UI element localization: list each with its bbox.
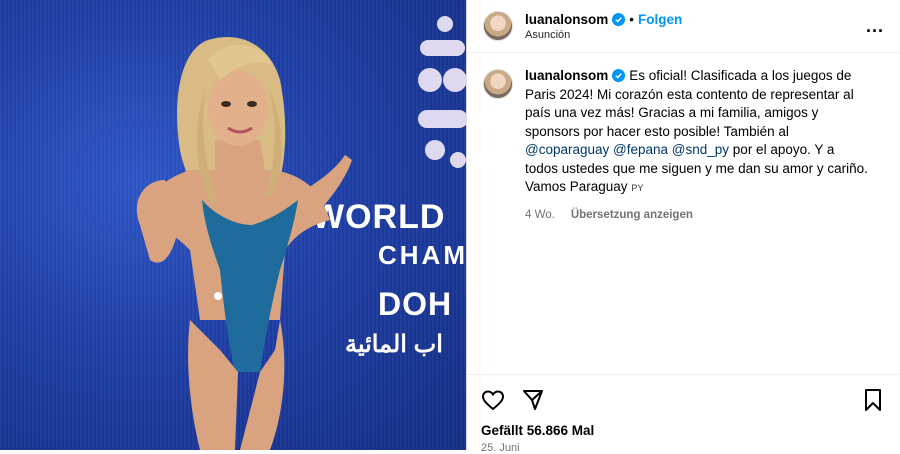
bookmark-icon[interactable] (862, 388, 884, 412)
post-header: luanalonsom • Folgen Asunción ... (467, 0, 900, 53)
caption-avatar[interactable] (483, 69, 513, 99)
location-link[interactable]: Asunción (525, 29, 682, 41)
verified-badge-icon (612, 69, 626, 82)
more-options-icon[interactable]: ... (866, 16, 884, 37)
caption-body: luanalonsom Es oficial! Clasificada a los… (525, 67, 870, 224)
caption-username[interactable]: luanalonsom (525, 68, 608, 83)
athlete-figure (136, 36, 352, 450)
follow-button[interactable]: Folgen (638, 12, 682, 27)
event-logo (418, 16, 466, 168)
action-bar: Gefällt 56.866 Mal 25. Juni (467, 374, 900, 454)
mention-snd-py[interactable]: @snd_py (672, 142, 729, 157)
verified-badge-icon (612, 12, 626, 26)
caption-meta: 4 Wo. Übersetzung anzeigen (525, 206, 870, 225)
instagram-post: WORLD CHAM DOH اب المائية luanalonsom • … (0, 0, 900, 454)
post-date: 25. Juni (481, 442, 520, 454)
mention-fepana[interactable]: @fepana (613, 142, 668, 157)
separator-dot: • (629, 11, 634, 27)
time-ago[interactable]: 4 Wo. (525, 206, 555, 225)
backdrop-text-cham: CHAM (378, 240, 466, 270)
heart-icon[interactable] (481, 388, 505, 412)
avatar[interactable] (483, 11, 513, 41)
post-sidebar: luanalonsom • Folgen Asunción ... luanal… (466, 0, 900, 454)
header-user-info: luanalonsom • Folgen Asunción (525, 12, 682, 41)
post-image[interactable]: WORLD CHAM DOH اب المائية (0, 0, 466, 450)
mention-coparaguay[interactable]: @coparaguay (525, 142, 609, 157)
header-row: luanalonsom • Folgen (525, 12, 682, 27)
caption: luanalonsom Es oficial! Clasificada a los… (467, 53, 900, 224)
action-icons (481, 387, 884, 413)
paraguay-flag-icon: PY (631, 183, 644, 193)
backdrop-text-doh: DOH (378, 286, 453, 322)
header-username[interactable]: luanalonsom (525, 12, 608, 27)
like-count[interactable]: Gefällt 56.866 Mal (481, 423, 884, 438)
send-icon[interactable] (521, 388, 545, 412)
translate-link[interactable]: Übersetzung anzeigen (571, 206, 693, 225)
